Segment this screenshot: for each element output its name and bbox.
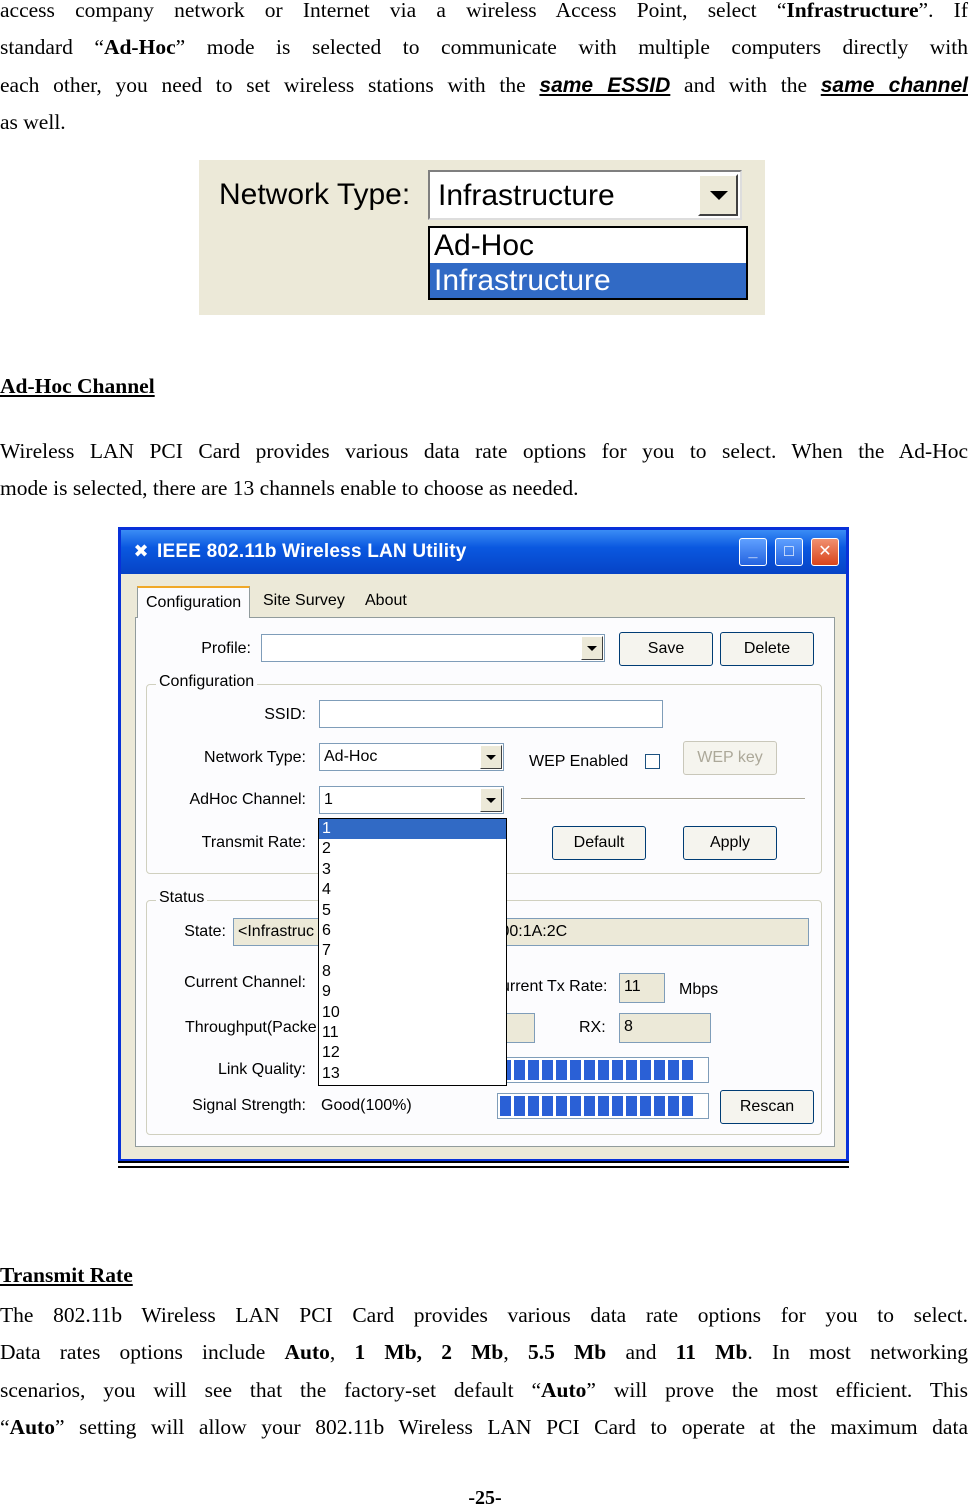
link-quality-bar bbox=[497, 1057, 709, 1083]
close-icon: ✕ bbox=[818, 543, 832, 560]
channel-option[interactable]: 7 bbox=[319, 941, 506, 961]
status-group-label: Status bbox=[156, 889, 208, 907]
tab-configuration[interactable]: Configuration bbox=[137, 586, 251, 618]
channel-option[interactable]: 2 bbox=[319, 839, 506, 859]
configuration-group-label: Configuration bbox=[156, 673, 258, 691]
network-type-list[interactable]: Ad-Hoc Infrastructure bbox=[428, 226, 748, 300]
tx-rate-label: urrent Tx Rate: bbox=[501, 978, 608, 995]
channel-option[interactable]: 1 bbox=[319, 819, 506, 840]
tab-about[interactable]: About bbox=[357, 586, 415, 618]
adhoc-channel-heading: Ad-Hoc Channel bbox=[0, 374, 155, 398]
option-ad-hoc[interactable]: Ad-Hoc bbox=[430, 228, 746, 263]
network-type-label: Network Type: bbox=[219, 178, 411, 211]
network-type-combo[interactable]: Infrastructure bbox=[428, 170, 742, 220]
separator bbox=[521, 798, 805, 800]
adhoc-channel-select[interactable]: 1 bbox=[319, 786, 504, 814]
signal-strength-bar bbox=[497, 1093, 709, 1119]
state-text: <Infrastruc bbox=[238, 923, 315, 940]
transmit-line-4: “Auto” setting will allow your 802.11b W… bbox=[0, 1414, 968, 1439]
channel-option[interactable]: 10 bbox=[319, 1003, 506, 1023]
title-bar[interactable]: ✖ IEEE 802.11b Wireless LAN Utility _ □ … bbox=[121, 530, 846, 574]
transmit-line-1: The 802.11b Wireless LAN PCI Card provid… bbox=[0, 1303, 968, 1327]
profile-combo[interactable] bbox=[261, 634, 605, 662]
save-button[interactable]: Save bbox=[619, 632, 713, 666]
chevron-down-icon[interactable] bbox=[480, 788, 502, 812]
apply-button[interactable]: Apply bbox=[683, 826, 777, 860]
channel-option[interactable]: 6 bbox=[319, 921, 506, 941]
ssid-input[interactable] bbox=[319, 700, 663, 728]
transmit-rate-heading: Transmit Rate bbox=[0, 1263, 133, 1287]
channel-option[interactable]: 4 bbox=[319, 880, 506, 900]
channel-option[interactable]: 5 bbox=[319, 901, 506, 921]
intro-line-4: as well. bbox=[0, 109, 66, 134]
current-channel-label: Current Channel: bbox=[184, 974, 306, 991]
channel-option[interactable]: 11 bbox=[319, 1023, 506, 1043]
dropdown-arrow-icon[interactable] bbox=[698, 174, 738, 216]
chevron-down-icon[interactable] bbox=[581, 636, 603, 660]
rx-label: RX: bbox=[579, 1019, 606, 1036]
app-icon: ✖ bbox=[133, 541, 149, 561]
option-infrastructure[interactable]: Infrastructure bbox=[430, 263, 746, 298]
channel-option[interactable]: 8 bbox=[319, 962, 506, 982]
throughput-label: Throughput(Packe bbox=[185, 1019, 317, 1036]
wep-enabled-label: WEP Enabled bbox=[529, 753, 629, 770]
tab-site-survey[interactable]: Site Survey bbox=[255, 586, 353, 618]
profile-label: Profile: bbox=[201, 640, 251, 657]
transmit-line-3: scenarios, you will see that the factory… bbox=[0, 1377, 968, 1402]
network-type-label: Network Type: bbox=[204, 749, 306, 766]
transmit-paragraph: The 802.11b Wireless LAN PCI Card provid… bbox=[0, 1297, 968, 1446]
maximize-icon: □ bbox=[784, 543, 794, 560]
chevron-down-icon[interactable] bbox=[480, 745, 502, 769]
network-type-figure: Network Type: Infrastructure Ad-Hoc Infr… bbox=[199, 160, 765, 315]
tx-rate-unit: Mbps bbox=[679, 981, 719, 998]
channel-option[interactable]: 3 bbox=[319, 860, 506, 880]
maximize-button[interactable]: □ bbox=[775, 538, 803, 566]
rx-value: 8 bbox=[619, 1013, 711, 1043]
adhoc-line-2: mode is selected, there are 13 channels … bbox=[0, 476, 579, 501]
figure-underline bbox=[118, 1161, 849, 1163]
adhoc-channel-label: AdHoc Channel: bbox=[189, 791, 306, 808]
channel-option[interactable]: 12 bbox=[319, 1043, 506, 1063]
wep-enabled-checkbox[interactable] bbox=[645, 754, 660, 769]
wep-key-button[interactable]: WEP key bbox=[683, 741, 777, 775]
ssid-label: SSID: bbox=[264, 706, 306, 723]
intro-paragraph: access company network or Internet via a… bbox=[0, 0, 968, 141]
signal-strength-value: Good(100%) bbox=[321, 1097, 412, 1114]
window-title: IEEE 802.11b Wireless LAN Utility bbox=[157, 541, 467, 562]
transmit-rate-label: Transmit Rate: bbox=[201, 834, 306, 851]
close-button[interactable]: ✕ bbox=[811, 538, 839, 566]
default-button[interactable]: Default bbox=[552, 826, 646, 860]
minimize-button[interactable]: _ bbox=[739, 538, 767, 566]
link-quality-label: Link Quality: bbox=[217, 1061, 306, 1078]
adhoc-line-1: Wireless LAN PCI Card provides various d… bbox=[0, 439, 968, 463]
signal-strength-label: Signal Strength: bbox=[192, 1097, 306, 1114]
channel-option[interactable]: 9 bbox=[319, 982, 506, 1002]
utility-window: ✖ IEEE 802.11b Wireless LAN Utility _ □ … bbox=[118, 527, 849, 1162]
network-type-select[interactable]: Ad-Hoc bbox=[319, 743, 504, 771]
tx-rate-value: 11 bbox=[619, 973, 665, 1003]
figure-underline bbox=[118, 1166, 849, 1168]
intro-line-2: standard “Ad-Hoc” mode is selected to co… bbox=[0, 35, 968, 60]
adhoc-channel-value: 1 bbox=[324, 791, 333, 808]
page-number: -25- bbox=[468, 1487, 502, 1509]
adhoc-channel-list[interactable]: 1 2 3 4 5 6 7 8 9 10 11 12 13 bbox=[318, 818, 507, 1086]
minimize-icon: _ bbox=[748, 543, 758, 560]
rescan-button[interactable]: Rescan bbox=[720, 1090, 814, 1124]
network-type-selected: Infrastructure bbox=[438, 179, 615, 212]
adhoc-paragraph: Wireless LAN PCI Card provides various d… bbox=[0, 433, 968, 508]
state-label: State: bbox=[184, 923, 226, 940]
intro-line-1: access company network or Internet via a… bbox=[0, 0, 968, 22]
transmit-line-2: Data rates options include Auto, 1 Mb, 2… bbox=[0, 1340, 968, 1365]
network-type-value: Ad-Hoc bbox=[324, 748, 378, 765]
channel-option[interactable]: 13 bbox=[319, 1064, 506, 1084]
intro-line-3: each other, you need to set wireless sta… bbox=[0, 72, 968, 97]
delete-button[interactable]: Delete bbox=[720, 632, 814, 666]
